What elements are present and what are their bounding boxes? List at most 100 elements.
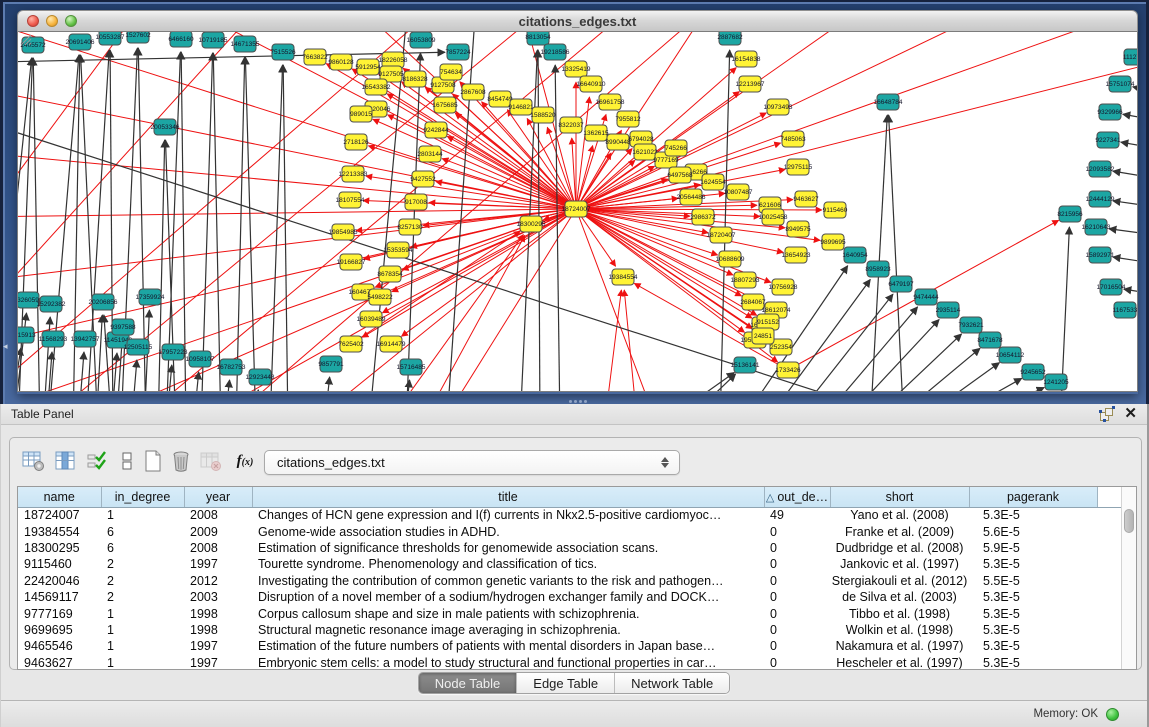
cell-year[interactable]: 2008 xyxy=(184,540,252,556)
cell-short[interactable]: de Silva et al. (2003) xyxy=(830,589,969,605)
citation-edge[interactable] xyxy=(576,32,718,209)
paper-node[interactable]: 12923448 xyxy=(246,369,275,385)
paper-node[interactable]: 13654923 xyxy=(782,247,811,263)
paper-node[interactable]: 9860128 xyxy=(328,54,354,70)
cell-short[interactable]: Stergiakouli et al. (2012) xyxy=(830,573,969,589)
cell-year[interactable]: 1997 xyxy=(184,655,252,670)
select-all-icon[interactable] xyxy=(84,448,110,474)
cell-indegree[interactable]: 2 xyxy=(101,589,184,605)
paper-node[interactable]: 1167533 xyxy=(1113,302,1137,318)
paper-node[interactable]: 15892971 xyxy=(1086,247,1115,263)
paper-node[interactable]: 1733426 xyxy=(775,362,801,378)
table-row[interactable]: 977716911998Corpus callosum shape and si… xyxy=(18,605,1121,621)
citation-edge[interactable] xyxy=(1113,257,1137,267)
paper-node[interactable]: 13942757 xyxy=(71,331,100,347)
cell-indegree[interactable]: 6 xyxy=(101,523,184,539)
cell-name[interactable]: 22420046 xyxy=(18,573,101,589)
paper-node[interactable]: 6466160 xyxy=(168,32,194,47)
paper-node[interactable]: 16053809 xyxy=(407,32,436,48)
citation-edge[interactable] xyxy=(1113,201,1137,210)
cell-indegree[interactable]: 1 xyxy=(101,638,184,654)
paper-node[interactable]: 6497568 xyxy=(667,167,693,183)
citation-edge[interactable] xyxy=(96,315,102,392)
cell-name[interactable]: 19384554 xyxy=(18,523,101,539)
cell-name[interactable]: 14569117 xyxy=(18,589,101,605)
network-canvas[interactable]: 1872400776638229860128591295418226058912… xyxy=(17,32,1138,392)
cell-short[interactable]: Jankovic et al. (1997) xyxy=(830,556,969,572)
paper-node[interactable]: 17957223 xyxy=(159,344,188,360)
paper-node[interactable]: 2803144 xyxy=(417,146,443,162)
paper-node[interactable]: 7515526 xyxy=(270,44,296,60)
cell-year[interactable]: 2009 xyxy=(184,523,252,539)
citation-edge[interactable] xyxy=(283,65,288,392)
paper-node[interactable]: 24851 xyxy=(752,328,774,344)
paper-node[interactable]: 17359924 xyxy=(136,289,165,305)
cell-out[interactable]: 49 xyxy=(764,507,830,523)
paper-node[interactable]: 20206856 xyxy=(89,294,118,310)
paper-node[interactable]: 10688609 xyxy=(716,251,745,267)
paper-node[interactable]: 10719185 xyxy=(199,32,228,48)
memory-ok-indicator-icon[interactable] xyxy=(1106,708,1119,721)
paper-node[interactable]: 8949575 xyxy=(785,221,811,237)
paper-node[interactable]: 18724007 xyxy=(562,201,591,217)
column-visibility-icon[interactable] xyxy=(52,448,78,474)
cell-indegree[interactable]: 1 xyxy=(101,622,184,638)
paper-node[interactable]: 10553287 xyxy=(96,32,125,45)
cell-title[interactable]: Disruption of a novel member of a sodium… xyxy=(252,589,764,605)
cell-short[interactable]: Dudbridge et al. (2008) xyxy=(830,540,969,556)
citation-edge[interactable] xyxy=(720,50,730,392)
cell-title[interactable]: Embryonic stem cells: a model to study s… xyxy=(252,655,764,670)
cell-pagerank[interactable]: 5.3E-5 xyxy=(969,556,1097,572)
paper-node[interactable]: 7955812 xyxy=(615,111,641,127)
citation-edge[interactable] xyxy=(624,290,638,392)
tab-edge-table[interactable]: Edge Table xyxy=(516,673,614,693)
table-row[interactable]: 1456911722003Disruption of a novel membe… xyxy=(18,589,1121,605)
table-row[interactable]: 946554611997Estimation of the future num… xyxy=(18,638,1121,654)
column-header-name[interactable]: name xyxy=(18,487,101,507)
citation-edge[interactable] xyxy=(836,320,939,392)
cell-year[interactable]: 2003 xyxy=(184,589,252,605)
paper-node[interactable]: 10973493 xyxy=(764,99,793,115)
citation-edge[interactable] xyxy=(78,352,84,392)
cell-year[interactable]: 1998 xyxy=(184,605,252,621)
cell-pagerank[interactable]: 5.3E-5 xyxy=(969,589,1097,605)
cell-short[interactable]: Franke et al. (2009) xyxy=(830,523,969,539)
table-selector-dropdown[interactable]: citations_edges.txt xyxy=(264,450,680,475)
citation-edge[interactable] xyxy=(889,115,904,392)
citation-edge[interactable] xyxy=(930,378,1022,392)
paper-node[interactable]: 1112784 xyxy=(1123,49,1137,65)
paper-node[interactable]: 8990448 xyxy=(605,134,631,150)
paper-node[interactable]: 15353594 xyxy=(384,242,413,258)
cell-out[interactable]: 0 xyxy=(764,638,830,654)
citation-edge[interactable] xyxy=(213,53,221,392)
paper-node[interactable]: 14671355 xyxy=(231,36,260,52)
paper-node[interactable]: 9857791 xyxy=(318,356,344,372)
citation-edge[interactable] xyxy=(656,373,734,392)
cell-title[interactable]: Investigating the contribution of common… xyxy=(252,573,764,589)
paper-node[interactable]: 989015 xyxy=(350,106,372,122)
cell-pagerank[interactable]: 5.9E-5 xyxy=(969,540,1097,556)
table-row[interactable]: 946362711997Embryonic stem cells: a mode… xyxy=(18,655,1121,670)
paper-node[interactable]: 7932621 xyxy=(958,317,984,333)
paper-node[interactable]: 20053346 xyxy=(151,119,180,135)
paper-node[interactable]: 16914479 xyxy=(377,336,406,352)
cell-indegree[interactable]: 1 xyxy=(101,655,184,670)
citation-edge[interactable] xyxy=(1124,289,1137,298)
citation-edge[interactable] xyxy=(245,57,256,392)
cell-name[interactable]: 9699695 xyxy=(18,622,101,638)
citation-edge[interactable] xyxy=(43,317,50,392)
function-builder-icon[interactable]: f(x) xyxy=(232,448,258,474)
paper-node[interactable]: 19218586 xyxy=(541,44,570,60)
create-table-icon[interactable] xyxy=(140,448,166,474)
cell-indegree[interactable]: 6 xyxy=(101,540,184,556)
paper-node[interactable]: 15716485 xyxy=(397,359,426,375)
paper-node[interactable]: 16648784 xyxy=(874,94,903,110)
paper-node[interactable]: 12213383 xyxy=(339,166,368,182)
paper-node[interactable]: 5498222 xyxy=(367,289,393,305)
column-header-title[interactable]: title xyxy=(252,487,764,507)
column-header-in_degree[interactable]: in_degree xyxy=(101,487,184,507)
citation-edge[interactable] xyxy=(676,374,736,392)
close-panel-icon[interactable]: ✕ xyxy=(1124,407,1137,421)
cell-out[interactable]: 0 xyxy=(764,655,830,670)
paper-node[interactable]: 1624554 xyxy=(700,174,726,190)
